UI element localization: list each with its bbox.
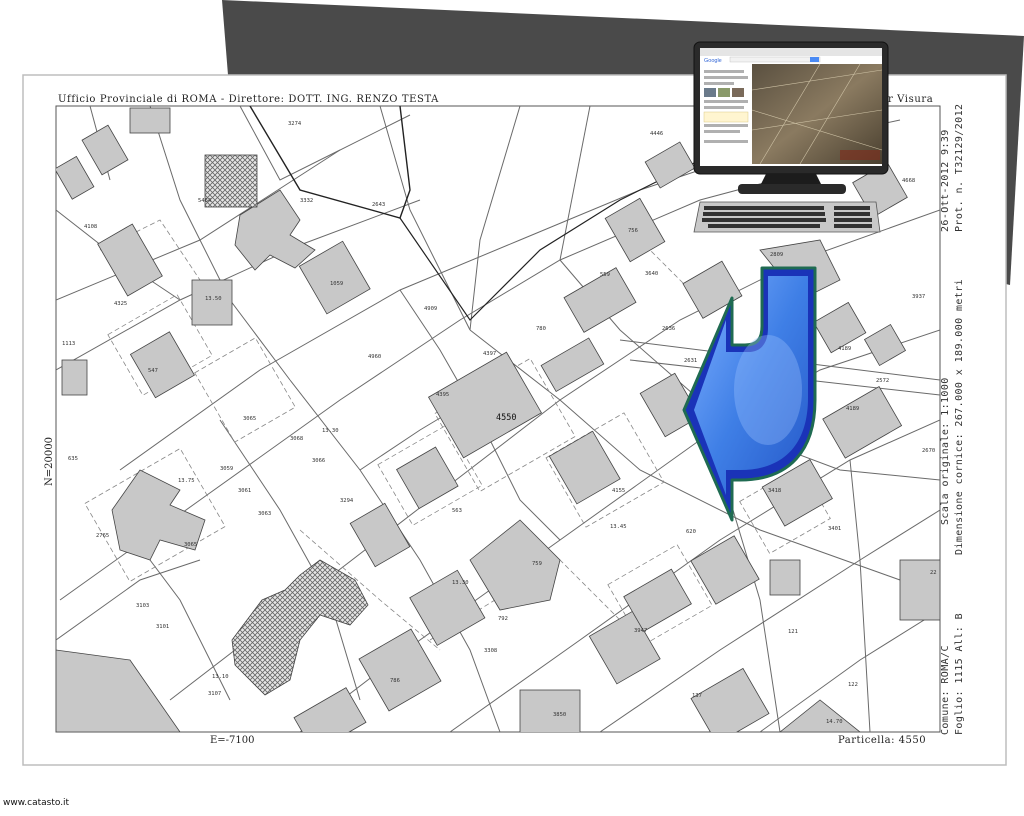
computer-monitor-icon: Google	[693, 41, 889, 194]
foglio-label: Foglio: 1115 All: B	[954, 613, 965, 735]
parcel-label: 756	[628, 228, 638, 234]
parcel-label: 3103	[136, 603, 149, 609]
parcel-label: 3068	[290, 436, 303, 442]
parcel-label: 3066	[312, 458, 325, 464]
parcel-label: 122	[848, 682, 858, 688]
parcel-label: 759	[532, 561, 542, 567]
parcel-label: 2631	[684, 358, 697, 364]
parcel-label: 121	[788, 629, 798, 635]
parcel-label: 3332	[300, 198, 313, 204]
parcel-label: 4108	[84, 224, 97, 230]
parcel-label: 4446	[650, 131, 663, 137]
parcel-label: 3065	[243, 416, 256, 422]
parcel-label: 13.75	[178, 478, 195, 484]
parcel-label: 4909	[424, 306, 437, 312]
parcel-label: 3308	[484, 648, 497, 654]
parcel-label: 3294	[340, 498, 354, 504]
parcel-label: 786	[390, 678, 400, 684]
parcel-label: 137	[692, 693, 702, 699]
parcel-label: 3101	[156, 624, 169, 630]
parcel-label: 780	[536, 326, 546, 332]
parcel-label: 2643	[372, 202, 385, 208]
east-coordinate: E=-7100	[210, 735, 255, 746]
parcel-label: 4189	[846, 406, 859, 412]
parcel-label: 22	[930, 570, 937, 576]
parcel-label: 2636	[662, 326, 675, 332]
parcel-label: 3947	[634, 628, 647, 634]
parcel-label: 2572	[876, 378, 889, 384]
particella-label: Particella: 4550	[838, 735, 926, 746]
main-parcel-number: 4550	[496, 413, 516, 423]
north-coordinate: N=20000	[44, 437, 55, 486]
parcel-label: 792	[498, 616, 508, 622]
parcel-label: 4395	[436, 392, 449, 398]
parcel-label: 3418	[768, 488, 781, 494]
parcel-label: 3274	[288, 121, 302, 127]
parcel-label: 3640	[645, 271, 658, 277]
parcel-label: 4668	[902, 178, 915, 184]
protocol-number: Prot. n. T32129/2012	[954, 104, 965, 232]
parcel-label: 547	[148, 368, 158, 374]
parcel-label: 5464	[198, 198, 212, 204]
parcel-label: 4325	[114, 301, 127, 307]
parcel-label: 13.45	[610, 524, 627, 530]
parcel-label: 563	[452, 508, 462, 514]
parcel-label: 4960	[368, 354, 381, 360]
watermark-url: www.catasto.it	[3, 798, 70, 808]
office-header: Ufficio Provinciale di ROMA - Direttore:…	[58, 94, 439, 105]
parcel-label: 4189	[838, 346, 851, 352]
comune-label: Comune: ROMA/C	[940, 645, 951, 735]
print-date: 26-Ott-2012 9:39	[940, 129, 951, 232]
parcel-label: 4155	[612, 488, 625, 494]
parcel-label: 3063	[258, 511, 271, 517]
parcel-label: 3059	[220, 466, 233, 472]
frame-dimension: Dimensione cornice: 267.000 x 189.000 me…	[954, 279, 965, 555]
parcel-label: 3065	[184, 542, 197, 548]
parcel-label: 4397	[483, 351, 496, 357]
map-stage: 3274 5464 3332 2643 4108 4325 13.50 1059…	[0, 0, 1024, 812]
parcel-label: 3107	[208, 691, 221, 697]
parcel-label: 2809	[770, 252, 783, 258]
parcel-label: 2670	[922, 448, 935, 454]
parcel-label: 620	[686, 529, 696, 535]
visura-header-fragment: r Visura	[888, 94, 933, 105]
parcel-label: 13.30	[322, 428, 339, 434]
parcel-label: 1113	[62, 341, 75, 347]
google-logo: Google	[704, 58, 722, 64]
parcel-label: 1059	[330, 281, 343, 287]
parcel-label: 3061	[238, 488, 251, 494]
parcel-label: 3937	[912, 294, 925, 300]
parcel-label: 3401	[828, 526, 841, 532]
parcel-label: 14.70	[826, 719, 843, 725]
parcel-label: 13.50	[205, 296, 222, 302]
parcel-label: 559	[600, 272, 610, 278]
parcel-label: 3850	[553, 712, 566, 718]
keyboard-icon	[693, 201, 881, 233]
hatched-building	[204, 154, 258, 208]
parcel-label: 635	[68, 456, 78, 462]
parcel-label: 13.10	[212, 674, 229, 680]
cadastral-map-svg: 3274 5464 3332 2643 4108 4325 13.50 1059…	[22, 0, 1024, 766]
parcel-label: 2765	[96, 533, 109, 539]
parcel-label: 13.30	[452, 580, 469, 586]
original-scale: Scala originale: 1:1000	[940, 377, 951, 525]
